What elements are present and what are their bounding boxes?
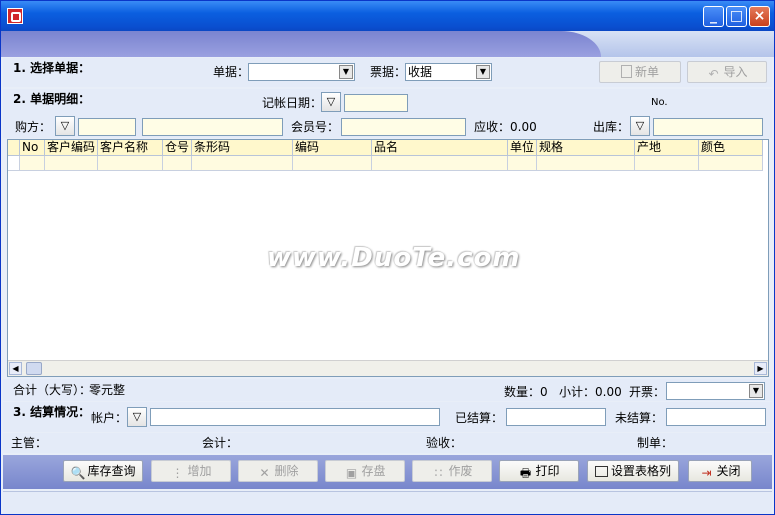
section-settlement: 3. 结算情况： 帐户： ▽ 已结算： 未结算： xyxy=(3,402,772,432)
buyer-picker-button[interactable]: ▽ xyxy=(55,116,75,136)
close-form-button[interactable]: ⇥ 关闭 xyxy=(688,460,752,482)
accountant-label: 会计： xyxy=(202,436,239,450)
grid-column-header[interactable]: No xyxy=(20,140,45,156)
new-document-icon xyxy=(620,65,632,78)
grid-row-indicator xyxy=(8,140,20,156)
section-bill-detail: 2. 单据明细： 记帐日期： ▽ No. 购方： ▽ 会员号： 应收： 0.00… xyxy=(3,89,772,138)
set-grid-columns-button[interactable]: 设置表格列 xyxy=(587,460,679,482)
inventory-query-button[interactable]: 🔍 库存查询 xyxy=(63,460,143,482)
magnifier-icon: 🔍 xyxy=(70,466,86,480)
unsettled-label: 未结算： xyxy=(615,411,664,425)
account-picker-button[interactable]: ▽ xyxy=(127,407,147,427)
grid-column-header[interactable]: 单位 xyxy=(508,140,537,156)
new-bill-button[interactable]: 新单 xyxy=(599,61,681,83)
insert-row-icon: ⋮ xyxy=(171,466,184,480)
buyer-label: 购方： xyxy=(15,120,52,134)
add-row-button[interactable]: ⋮ 增加 xyxy=(151,460,231,482)
save-button[interactable]: ▣ 存盘 xyxy=(325,460,405,482)
status-bar xyxy=(3,491,772,514)
printer-icon: 🖶 xyxy=(519,466,532,480)
close-window-button[interactable]: × xyxy=(749,6,770,27)
unsettled-input[interactable] xyxy=(666,408,766,426)
receivable-value: 0.00 xyxy=(510,120,537,134)
table-row[interactable] xyxy=(8,156,763,171)
horizontal-scrollbar[interactable]: ◀ ▶ xyxy=(8,360,768,376)
subtotal-label: 小计： xyxy=(559,385,596,399)
settled-input[interactable] xyxy=(506,408,606,426)
grid-column-header[interactable]: 客户名称 xyxy=(98,140,163,156)
section3-title: 3. 结算情况： xyxy=(13,405,91,419)
buyer-code-input[interactable] xyxy=(78,118,136,136)
grid-column-header[interactable]: 产地 xyxy=(635,140,699,156)
post-date-picker-button[interactable]: ▽ xyxy=(321,92,341,112)
ticket-select-value: 收据 xyxy=(408,65,433,79)
delete-x-icon: ✕ xyxy=(259,466,270,480)
header-banner-tab xyxy=(1,31,601,57)
subtotal-value: 0.00 xyxy=(595,385,622,399)
outbound-picker-button[interactable]: ▽ xyxy=(630,116,650,136)
account-label: 帐户： xyxy=(91,411,128,425)
watermark-text: www.DuoTe.com xyxy=(267,243,521,273)
totals-row: 合计（大写）： 零元整 数量： 0 小计： 0.00 开票： ▼ xyxy=(3,379,772,401)
settled-label: 已结算： xyxy=(455,411,504,425)
receiver-label: 验收： xyxy=(426,436,463,450)
grid-column-header[interactable]: 客户编码 xyxy=(45,140,98,156)
section2-title: 2. 单据明细： xyxy=(13,92,91,106)
exit-door-icon: ⇥ xyxy=(701,466,712,480)
total-uppercase-label: 合计（大写）： xyxy=(13,383,92,397)
buyer-name-input[interactable] xyxy=(142,118,283,136)
scroll-left-icon[interactable]: ◀ xyxy=(9,362,22,375)
invoice-label: 开票： xyxy=(629,385,666,399)
main-window: _ □ × 1. 选择单据： 单据： ▼ 票据： 收据 ▼ 新单 ↶ 导入 2. … xyxy=(0,0,775,515)
supervisor-label: 主管： xyxy=(11,436,48,450)
bill-number-label: No. xyxy=(651,97,668,108)
maker-label: 制单： xyxy=(637,436,674,450)
chevron-down-icon: ▼ xyxy=(749,384,763,398)
void-icon: ∷ xyxy=(434,466,443,480)
grid-column-header[interactable]: 规格 xyxy=(537,140,635,156)
quantity-value: 0 xyxy=(540,385,548,399)
ticket-select[interactable]: 收据 ▼ xyxy=(405,63,492,81)
signatures-row: 主管： 会计： 验收： 制单： xyxy=(3,433,772,453)
grid-column-header[interactable]: 品名 xyxy=(372,140,508,156)
minimize-button[interactable]: _ xyxy=(703,6,724,27)
bottom-toolbar: 🔍 库存查询 ⋮ 增加 ✕ 删除 ▣ 存盘 ∷ 作废 🖶 打印 设置表格列 ⇥ 关闭 xyxy=(3,455,772,489)
title-bar[interactable]: _ □ × xyxy=(1,1,774,31)
print-button[interactable]: 🖶 打印 xyxy=(499,460,579,482)
app-icon xyxy=(7,8,23,24)
grid-column-header[interactable]: 编码 xyxy=(293,140,372,156)
post-date-label: 记帐日期： xyxy=(262,96,323,110)
scroll-right-icon[interactable]: ▶ xyxy=(754,362,767,375)
quantity-label: 数量： xyxy=(504,385,541,399)
grid-header: No 客户编码 客户名称 仓号 条形码 编码 品名 单位 规格 产地 颜色 xyxy=(8,140,763,157)
chevron-down-icon: ▼ xyxy=(339,65,353,79)
floppy-disk-icon: ▣ xyxy=(345,466,358,480)
outbound-label: 出库： xyxy=(593,120,630,134)
outbound-input[interactable] xyxy=(653,118,763,136)
grid-column-header[interactable]: 仓号 xyxy=(163,140,192,156)
import-arrow-icon: ↶ xyxy=(708,67,719,81)
scroll-thumb[interactable] xyxy=(26,362,42,375)
window-grid-icon xyxy=(594,466,608,477)
bill-label: 单据： xyxy=(213,65,250,79)
void-button[interactable]: ∷ 作废 xyxy=(412,460,492,482)
grid-column-header[interactable]: 条形码 xyxy=(192,140,293,156)
ticket-label: 票据： xyxy=(370,65,407,79)
invoice-select[interactable]: ▼ xyxy=(666,382,765,400)
account-input[interactable] xyxy=(150,408,440,426)
receivable-label: 应收： xyxy=(474,120,511,134)
grid-column-header[interactable]: 颜色 xyxy=(699,140,763,156)
member-label: 会员号： xyxy=(291,120,340,134)
section-select-bill: 1. 选择单据： 单据： ▼ 票据： 收据 ▼ 新单 ↶ 导入 xyxy=(3,58,772,87)
member-number-input[interactable] xyxy=(341,118,466,136)
bill-select[interactable]: ▼ xyxy=(248,63,355,81)
total-uppercase-value: 零元整 xyxy=(89,383,126,397)
import-button[interactable]: ↶ 导入 xyxy=(687,61,767,83)
delete-row-button[interactable]: ✕ 删除 xyxy=(238,460,318,482)
chevron-down-icon: ▼ xyxy=(476,65,490,79)
section1-title: 1. 选择单据： xyxy=(13,61,91,75)
post-date-input[interactable] xyxy=(344,94,408,112)
maximize-button[interactable]: □ xyxy=(726,6,747,27)
